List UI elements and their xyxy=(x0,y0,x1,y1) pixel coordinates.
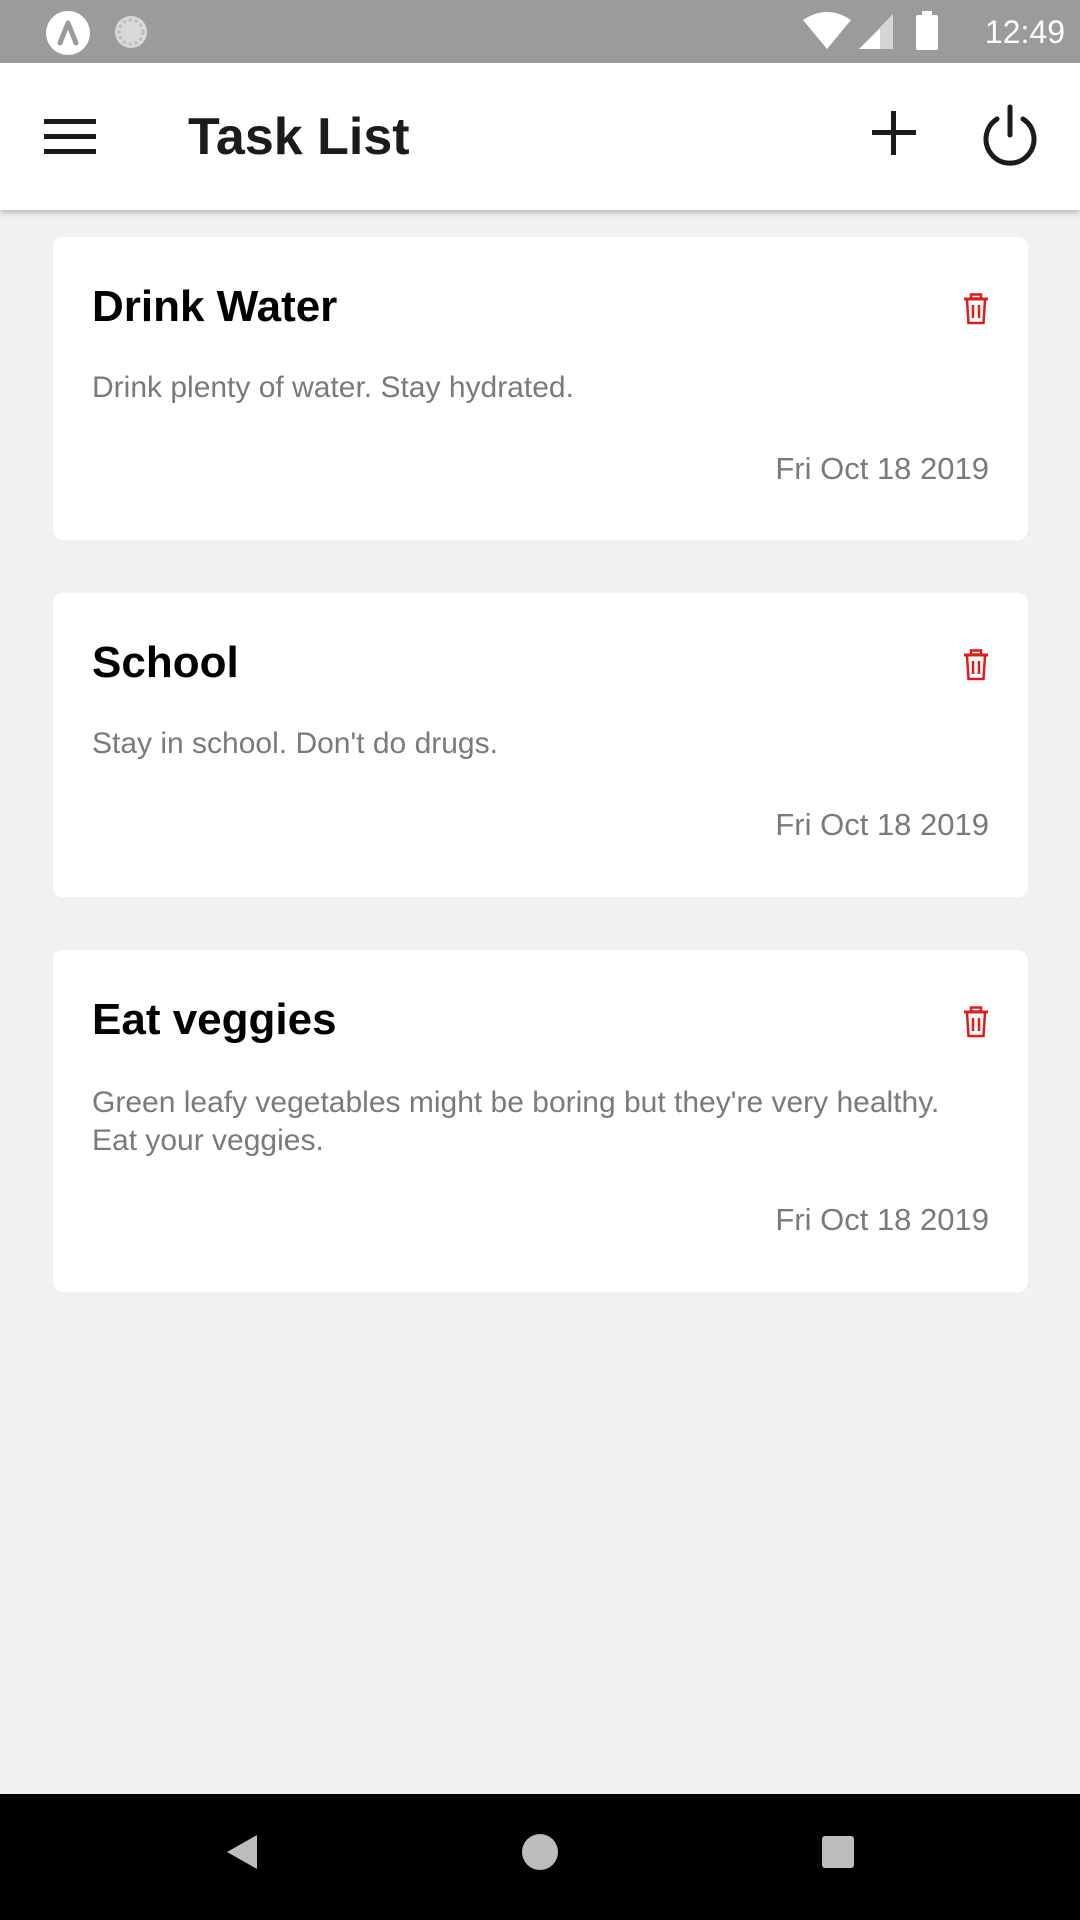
task-card[interactable]: Drink Water Drink plenty of water. Stay … xyxy=(53,237,1028,540)
task-card[interactable]: School Stay in school. Don't do drugs. F… xyxy=(53,593,1028,897)
trash-icon xyxy=(964,649,988,681)
task-description: Stay in school. Don't do drugs. xyxy=(92,727,498,760)
add-task-button[interactable] xyxy=(862,101,926,165)
recents-icon[interactable] xyxy=(820,1834,856,1870)
task-title: Drink Water xyxy=(92,282,338,331)
delete-task-button[interactable] xyxy=(953,287,997,331)
task-date: Fri Oct 18 2019 xyxy=(775,1202,989,1237)
signal-icon xyxy=(859,14,893,49)
delete-task-button[interactable] xyxy=(953,643,997,687)
trash-icon xyxy=(964,293,988,325)
battery-icon xyxy=(916,11,938,50)
delete-task-button[interactable] xyxy=(953,1000,997,1044)
menu-button[interactable] xyxy=(30,105,110,169)
sync-icon xyxy=(112,13,150,51)
task-title: School xyxy=(92,638,239,687)
power-icon xyxy=(983,104,1037,166)
task-date: Fri Oct 18 2019 xyxy=(775,451,989,486)
app-icon xyxy=(46,11,90,55)
logout-button[interactable] xyxy=(974,101,1046,173)
status-time: 12:49 xyxy=(984,14,1065,50)
task-title: Eat veggies xyxy=(92,995,337,1044)
page-title: Task List xyxy=(188,108,410,166)
home-icon[interactable] xyxy=(520,1832,560,1872)
task-card[interactable]: Eat veggies Green leafy vegetables might… xyxy=(53,950,1028,1292)
navigation-bar xyxy=(0,1794,1080,1920)
trash-icon xyxy=(964,1006,988,1038)
plus-icon xyxy=(872,111,916,155)
menu-icon xyxy=(44,119,96,154)
app-bar: Task List xyxy=(0,63,1080,210)
wifi-icon xyxy=(803,12,851,49)
task-description: Drink plenty of water. Stay hydrated. xyxy=(92,371,574,404)
status-bar: 12:49 xyxy=(0,0,1080,63)
back-icon[interactable] xyxy=(224,1832,260,1872)
task-description: Green leafy vegetables might be boring b… xyxy=(92,1086,940,1157)
task-date: Fri Oct 18 2019 xyxy=(775,807,989,842)
